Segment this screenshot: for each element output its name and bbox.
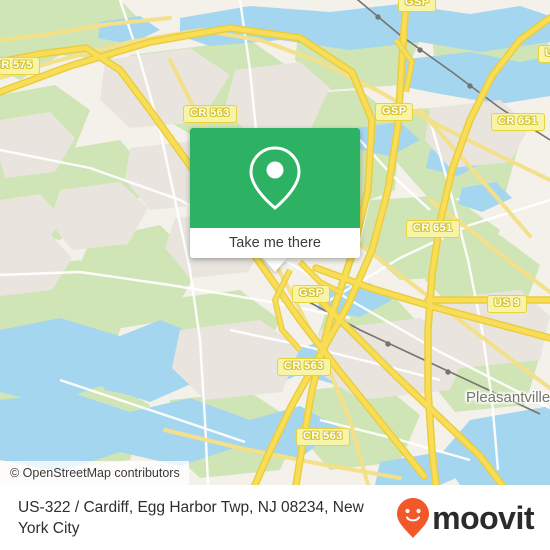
road-shield: CR 563 [183, 105, 237, 123]
page-footer: US-322 / Cardiff, Egg Harbor Twp, NJ 082… [0, 485, 550, 550]
take-me-there-label: Take me there [229, 235, 321, 251]
moovit-logo[interactable]: moovit [396, 497, 534, 539]
road-shield: CR 575 [0, 57, 40, 75]
moovit-wordmark: moovit [432, 499, 534, 536]
place-label-pleasantville: Pleasantville [466, 389, 550, 406]
road-shield: GSP [398, 0, 437, 12]
road-shield: GSP [292, 285, 331, 303]
attribution-text: © OpenStreetMap contributors [10, 466, 180, 480]
road-shield: CR 651 [491, 113, 545, 131]
road-shield: CR 651 [406, 220, 460, 238]
map-attribution[interactable]: © OpenStreetMap contributors [0, 461, 189, 485]
map-page: CR 575 CR 563 GSP GSP CR 651 US 9 CR 651… [0, 0, 550, 550]
road-shield: US 9 [538, 45, 550, 63]
road-shield: US 9 [487, 295, 528, 313]
info-card-action[interactable]: Take me there [190, 228, 360, 258]
road-shield: CR 563 [296, 428, 350, 446]
location-title: US-322 / Cardiff, Egg Harbor Twp, NJ 082… [18, 498, 364, 537]
info-card-header [190, 128, 360, 228]
road-shield: GSP [375, 103, 414, 121]
info-card-pointer [262, 257, 288, 272]
map-canvas[interactable]: CR 575 CR 563 GSP GSP CR 651 US 9 CR 651… [0, 0, 550, 485]
map-pin-icon [249, 146, 301, 210]
moovit-smiley-pin-icon [397, 497, 430, 538]
road-shield: CR 563 [277, 358, 331, 376]
location-info-card[interactable]: Take me there [190, 128, 360, 258]
